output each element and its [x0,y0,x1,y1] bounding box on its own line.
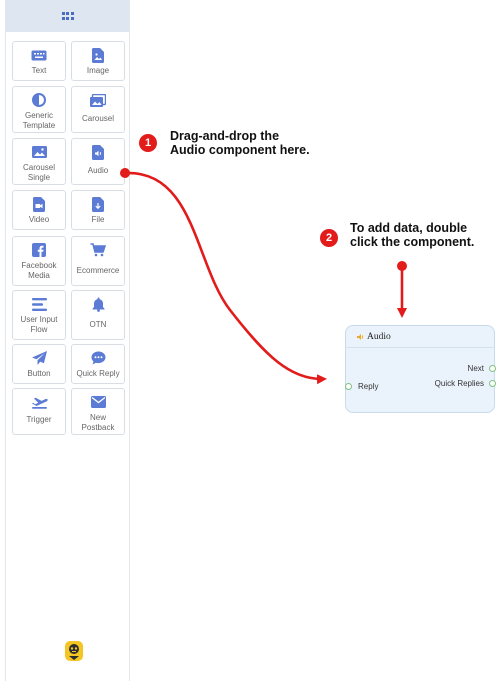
node-title: Audio [367,331,391,342]
audio-icon [357,333,364,340]
step-2-badge: 2 [320,229,338,247]
quick-replies-port[interactable] [489,380,496,387]
quick-replies-port-label: Quick Replies [434,379,484,388]
reply-port-label: Reply [358,382,379,391]
next-port[interactable] [489,365,496,372]
audio-node[interactable]: Audio Next Quick Replies Reply [345,325,496,413]
next-port-label: Next [467,364,484,373]
double-click-arrow [397,261,407,318]
step-1-badge: 1 [139,134,157,152]
step-2-text: To add data, double click the component. [350,221,475,249]
drag-arrow [120,168,327,385]
step-1-text: Drag-and-drop the Audio component here. [170,129,310,157]
node-header[interactable]: Audio [346,326,494,348]
reply-port[interactable] [345,383,352,390]
